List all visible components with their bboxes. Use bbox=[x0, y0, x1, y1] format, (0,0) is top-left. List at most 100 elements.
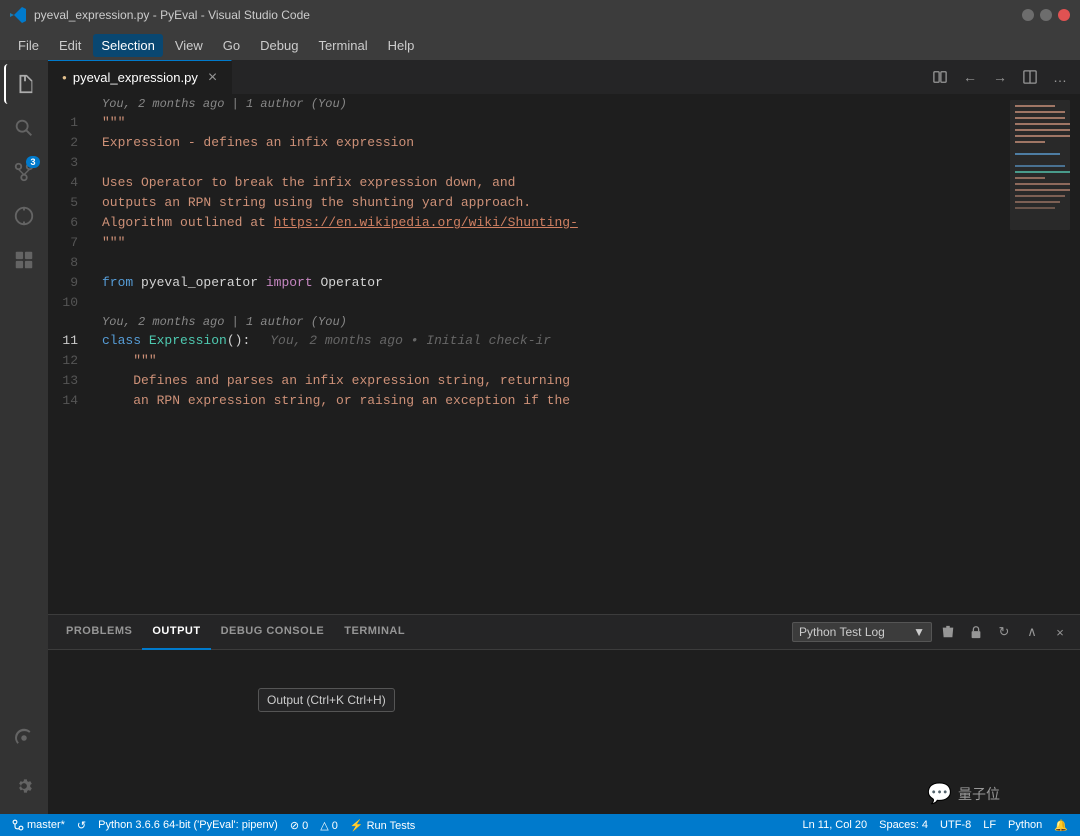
tooltip-text: Output (Ctrl+K Ctrl+H) bbox=[267, 693, 386, 707]
status-bell-icon: 🔔 bbox=[1054, 819, 1068, 832]
editor-tab-active[interactable]: ● pyeval_expression.py × bbox=[48, 60, 232, 95]
watermark-text: 量子位 bbox=[958, 784, 1000, 804]
output-tooltip: Output (Ctrl+K Ctrl+H) bbox=[258, 688, 395, 712]
remote-icon[interactable] bbox=[4, 718, 44, 758]
status-warnings[interactable]: △ 0 bbox=[314, 814, 344, 836]
panel-right-controls: Python Test Log ▼ ↻ ∧ × bbox=[792, 620, 1072, 644]
git-annotation-2: You, 2 months ago | 1 author (You) bbox=[102, 313, 1010, 331]
code-line-5: outputs an RPN string using the shunting… bbox=[102, 193, 1010, 213]
panel-collapse-button[interactable]: ∧ bbox=[1020, 620, 1044, 644]
line-numbers: 1 2 3 4 5 6 7 8 9 10 11 12 13 14 bbox=[48, 95, 98, 614]
panel-tab-output[interactable]: OUTPUT bbox=[142, 615, 210, 650]
minimap bbox=[1010, 95, 1070, 614]
tab-modified-dot: ● bbox=[62, 73, 67, 82]
status-bell[interactable]: 🔔 bbox=[1048, 814, 1074, 836]
git-annotation-1: You, 2 months ago | 1 author (You) bbox=[102, 95, 1010, 113]
title-bar-controls[interactable] bbox=[1022, 9, 1070, 21]
menu-go[interactable]: Go bbox=[215, 34, 248, 57]
code-line-8 bbox=[102, 253, 1010, 273]
watermark-logo: 💬 bbox=[927, 781, 952, 806]
search-icon[interactable] bbox=[4, 108, 44, 148]
status-line-ending[interactable]: LF bbox=[977, 814, 1002, 836]
status-python-label: Python 3.6.6 64-bit ('PyEval': pipenv) bbox=[98, 819, 278, 831]
status-language[interactable]: Python bbox=[1002, 814, 1048, 836]
panel-lock-button[interactable] bbox=[964, 620, 988, 644]
menu-file[interactable]: File bbox=[10, 34, 47, 57]
status-position[interactable]: Ln 11, Col 20 bbox=[796, 814, 873, 836]
code-line-3 bbox=[102, 153, 1010, 173]
split-view-button[interactable] bbox=[1016, 63, 1044, 91]
status-sync-icon: ↺ bbox=[77, 819, 86, 832]
status-line-ending-label: LF bbox=[983, 819, 996, 831]
watermark: 💬 量子位 bbox=[927, 781, 1000, 806]
status-run-tests[interactable]: ⚡ Run Tests bbox=[344, 814, 421, 836]
vscode-icon bbox=[10, 7, 26, 23]
title-bar-title: pyeval_expression.py - PyEval - Visual S… bbox=[34, 8, 310, 22]
more-actions-button[interactable]: … bbox=[1046, 63, 1074, 91]
editor-area: ● pyeval_expression.py × ← → … 1 bbox=[48, 60, 1080, 814]
extensions-icon[interactable] bbox=[4, 240, 44, 280]
code-line-9: from pyeval_operator import Operator bbox=[102, 273, 1010, 293]
status-warnings-label: △ 0 bbox=[320, 819, 338, 832]
activity-bar: 3 bbox=[0, 60, 48, 814]
code-editor[interactable]: 1 2 3 4 5 6 7 8 9 10 11 12 13 14 You, 2 … bbox=[48, 95, 1080, 614]
code-line-14: an RPN expression string, or raising an … bbox=[102, 391, 1010, 411]
explorer-icon[interactable] bbox=[4, 64, 44, 104]
code-line-12: """ bbox=[102, 351, 1010, 371]
menu-terminal[interactable]: Terminal bbox=[310, 34, 375, 57]
status-position-label: Ln 11, Col 20 bbox=[802, 819, 867, 831]
panel-tab-terminal[interactable]: TERMINAL bbox=[334, 615, 415, 650]
title-bar: pyeval_expression.py - PyEval - Visual S… bbox=[0, 0, 1080, 30]
panel-close-button[interactable]: × bbox=[1048, 620, 1072, 644]
menu-edit[interactable]: Edit bbox=[51, 34, 89, 57]
status-language-label: Python bbox=[1008, 819, 1042, 831]
navigate-forward-button[interactable]: → bbox=[986, 63, 1014, 91]
code-line-11: class Expression():You, 2 months ago • I… bbox=[102, 331, 1010, 351]
status-branch-name: master* bbox=[27, 819, 65, 831]
code-line-2: Expression - defines an infix expression bbox=[102, 133, 1010, 153]
scroll-track[interactable] bbox=[1070, 95, 1080, 614]
settings-icon[interactable] bbox=[4, 766, 44, 806]
code-line-13: Defines and parses an infix expression s… bbox=[102, 371, 1010, 391]
tab-bar: ● pyeval_expression.py × ← → … bbox=[48, 60, 1080, 95]
status-run-tests-label: ⚡ Run Tests bbox=[350, 819, 415, 832]
panel-tab-debug-console[interactable]: DEBUG CONSOLE bbox=[211, 615, 335, 650]
code-line-4: Uses Operator to break the infix express… bbox=[102, 173, 1010, 193]
menu-view[interactable]: View bbox=[167, 34, 211, 57]
panel: PROBLEMS OUTPUT DEBUG CONSOLE TERMINAL P… bbox=[48, 614, 1080, 814]
status-errors-label: ⊘ 0 bbox=[290, 819, 308, 832]
maximize-button[interactable] bbox=[1040, 9, 1052, 21]
navigate-back-button[interactable]: ← bbox=[956, 63, 984, 91]
source-control-icon[interactable]: 3 bbox=[4, 152, 44, 192]
panel-clear-button[interactable] bbox=[936, 620, 960, 644]
panel-tab-problems[interactable]: PROBLEMS bbox=[56, 615, 142, 650]
code-content: You, 2 months ago | 1 author (You) """ E… bbox=[98, 95, 1010, 614]
code-line-10 bbox=[102, 293, 1010, 313]
debug-icon[interactable] bbox=[4, 196, 44, 236]
menu-selection[interactable]: Selection bbox=[93, 34, 162, 57]
panel-refresh-button[interactable]: ↻ bbox=[992, 620, 1016, 644]
panel-dropdown-value: Python Test Log bbox=[799, 625, 885, 639]
menu-debug[interactable]: Debug bbox=[252, 34, 306, 57]
tab-close-button[interactable]: × bbox=[208, 69, 217, 87]
status-branch[interactable]: master* bbox=[6, 814, 71, 836]
status-encoding[interactable]: UTF-8 bbox=[934, 814, 977, 836]
split-editor-button[interactable] bbox=[926, 63, 954, 91]
tab-filename: pyeval_expression.py bbox=[73, 70, 198, 85]
title-bar-left: pyeval_expression.py - PyEval - Visual S… bbox=[10, 7, 310, 23]
status-sync[interactable]: ↺ bbox=[71, 814, 92, 836]
panel-tabs: PROBLEMS OUTPUT DEBUG CONSOLE TERMINAL P… bbox=[48, 615, 1080, 650]
status-python-version[interactable]: Python 3.6.6 64-bit ('PyEval': pipenv) bbox=[92, 814, 284, 836]
panel-output-dropdown[interactable]: Python Test Log ▼ bbox=[792, 622, 932, 642]
status-bar: master* ↺ Python 3.6.6 64-bit ('PyEval':… bbox=[0, 814, 1080, 836]
code-line-7: """ bbox=[102, 233, 1010, 253]
tab-actions: ← → … bbox=[926, 63, 1080, 91]
close-button[interactable] bbox=[1058, 9, 1070, 21]
panel-dropdown-arrow: ▼ bbox=[913, 625, 925, 639]
minimize-button[interactable] bbox=[1022, 9, 1034, 21]
menu-help[interactable]: Help bbox=[380, 34, 423, 57]
code-line-6: Algorithm outlined at https://en.wikiped… bbox=[102, 213, 1010, 233]
status-spaces[interactable]: Spaces: 4 bbox=[873, 814, 934, 836]
status-errors[interactable]: ⊘ 0 bbox=[284, 814, 314, 836]
status-encoding-label: UTF-8 bbox=[940, 819, 971, 831]
